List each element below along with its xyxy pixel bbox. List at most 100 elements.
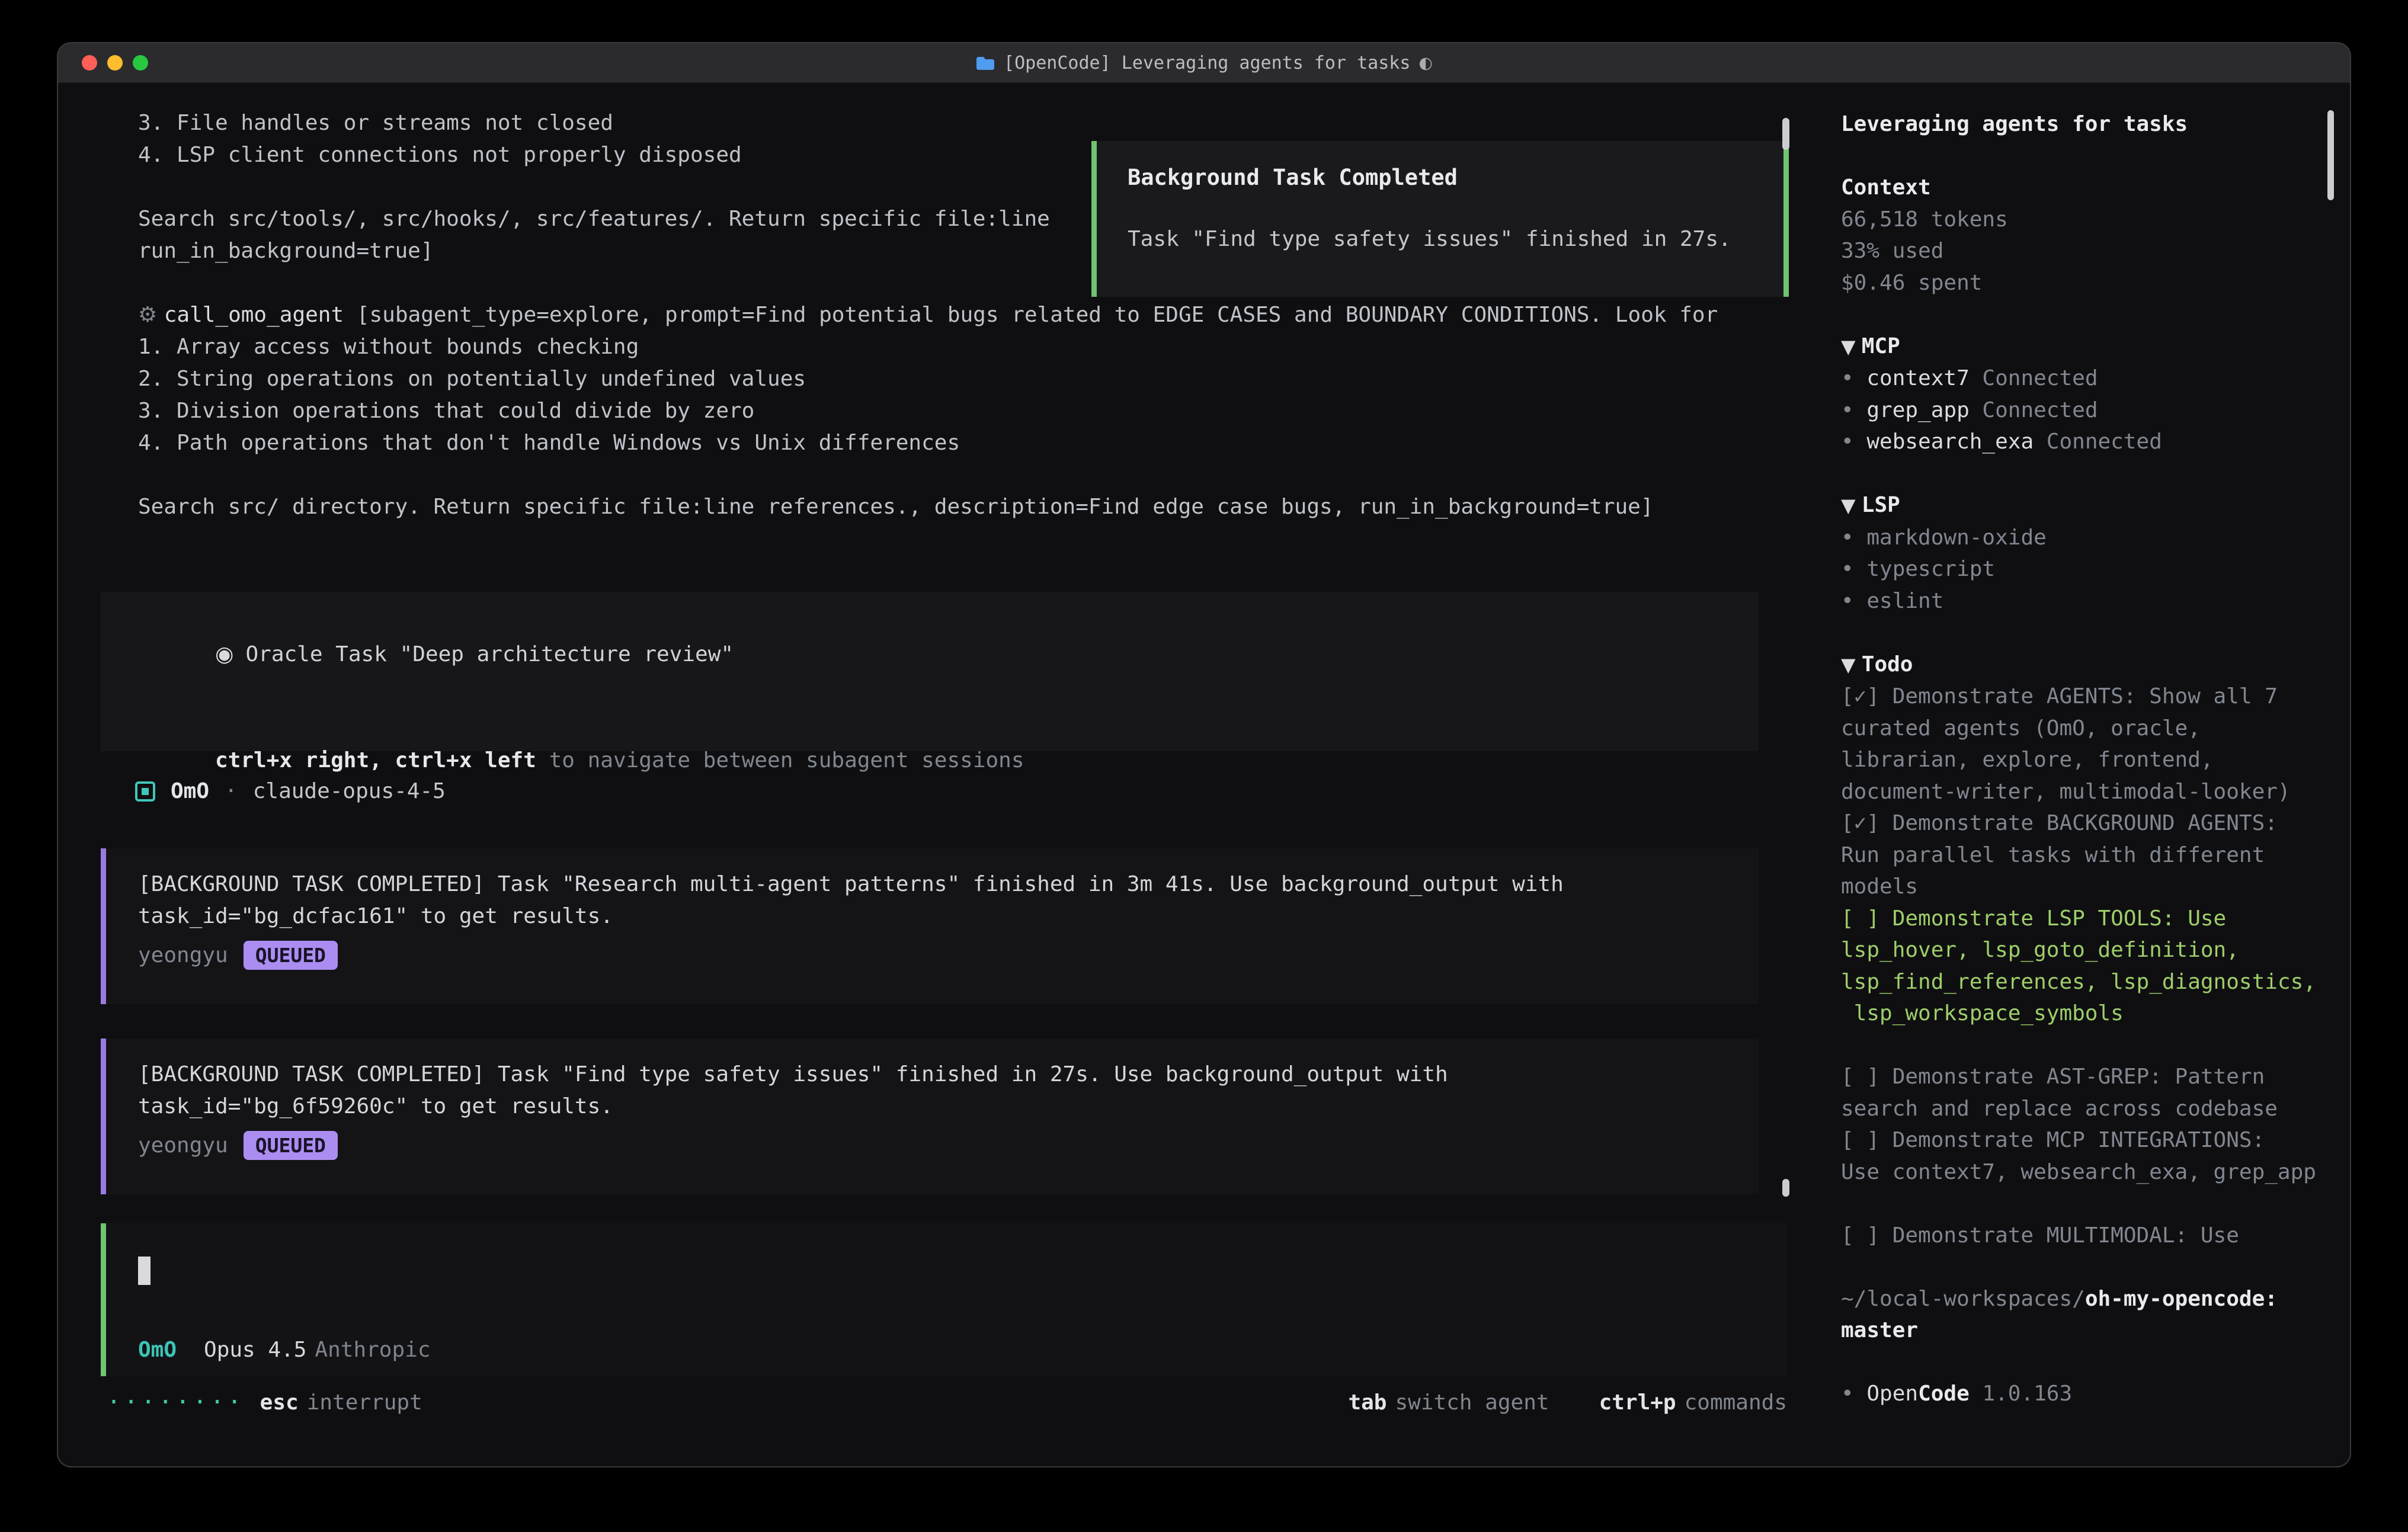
text-line: curated agents (OmO, oracle, — [1841, 713, 2339, 745]
message-line: task_id="bg_6f59260c" to get results. — [138, 1091, 1759, 1123]
queued-badge: QUEUED — [244, 941, 338, 970]
spinner-dots: ········ — [107, 1389, 245, 1416]
omo-agent-icon — [135, 781, 155, 802]
text-line — [1841, 1251, 2339, 1283]
oracle-task-panel[interactable]: ◉Oracle Task "Deep architecture review" … — [101, 592, 1759, 751]
text-line: ▼ MCP — [1841, 331, 2339, 363]
hint-text: to navigate between subagent sessions — [536, 748, 1024, 773]
oracle-task-title: ◉Oracle Task "Deep architecture review" — [138, 618, 1759, 691]
status-right: tab switch agent ctrl+p commands — [1348, 1386, 1787, 1419]
text-line: Context — [1841, 172, 2339, 204]
toast-notification[interactable]: Background Task Completed Task "Find typ… — [1091, 141, 1789, 297]
text-line — [1841, 140, 2339, 172]
oracle-icon: ◉ — [215, 642, 233, 666]
text-line: Leveraging agents for tasks — [1841, 108, 2339, 140]
sidebar-scrollbar-thumb[interactable] — [2327, 110, 2334, 200]
text-line — [1841, 617, 2339, 649]
tab-key-label: switch agent — [1395, 1390, 1549, 1415]
titlebar: [OpenCode] Leveraging agents for tasks ◐ — [58, 43, 2350, 84]
input-agent-name: OmO — [138, 1338, 177, 1362]
text-line: [ ] Demonstrate AST-GREP: Pattern — [1841, 1061, 2339, 1093]
text-line: [✓] Demonstrate AGENTS: Show all 7 — [1841, 681, 2339, 713]
text-line: Use context7, websearch_exa, grep_app — [1841, 1156, 2339, 1188]
hint-keys: ctrl+x right, ctrl+x left — [215, 748, 536, 773]
background-task-message: [BACKGROUND TASK COMPLETED] Task "Find t… — [101, 1039, 1759, 1194]
window-title-text: [OpenCode] Leveraging agents for tasks — [1004, 53, 1410, 73]
window-title: [OpenCode] Leveraging agents for tasks ◐ — [975, 53, 1433, 73]
agent-header: OmO · claude-opus-4-5 — [135, 779, 446, 803]
text-line: 1. Array access without bounds checking — [138, 331, 1718, 363]
close-button[interactable] — [82, 55, 97, 70]
text-line: [ ] Demonstrate LSP TOOLS: Use — [1841, 903, 2339, 935]
text-line: models — [1841, 871, 2339, 903]
text-line: ~/local-workspaces/oh-my-opencode: — [1841, 1283, 2339, 1315]
message-line: [BACKGROUND TASK COMPLETED] Task "Resear… — [138, 868, 1759, 900]
ctrlp-key-label: commands — [1685, 1390, 1787, 1415]
input-model-name: Opus 4.5 — [204, 1338, 306, 1362]
text-line: 66,518 tokens — [1841, 204, 2339, 236]
folder-icon — [975, 55, 995, 71]
message-author: yeongyu — [138, 1133, 228, 1158]
text-line: • grep_app Connected — [1841, 395, 2339, 427]
text-line — [1841, 1188, 2339, 1220]
main-scrollbar-thumb-top[interactable] — [1782, 118, 1789, 150]
traffic-lights — [82, 43, 148, 82]
text-line: • context7 Connected — [1841, 363, 2339, 395]
text-cursor — [138, 1257, 150, 1285]
text-line: ▼ LSP — [1841, 489, 2339, 522]
queued-badge: QUEUED — [244, 1131, 338, 1160]
text-line: • OpenCode 1.0.163 — [1841, 1378, 2339, 1410]
background-task-message: [BACKGROUND TASK COMPLETED] Task "Resear… — [101, 848, 1759, 1004]
input-provider-name: Anthropic — [315, 1338, 430, 1362]
text-line: 2. String operations on potentially unde… — [138, 363, 1718, 395]
half-circle-icon: ◐ — [1418, 54, 1433, 72]
text-line: lsp_workspace_symbols — [1841, 998, 2339, 1030]
text-line: ⚙ call_omo_agent [subagent_type=explore,… — [138, 299, 1718, 331]
text-line: document-writer, multimodal-looker) — [1841, 776, 2339, 808]
text-line: • eslint — [1841, 585, 2339, 617]
message-meta: yeongyu QUEUED — [138, 941, 1759, 970]
text-line: [ ] Demonstrate MCP INTEGRATIONS: — [1841, 1124, 2339, 1156]
text-line: ▼ Todo — [1841, 649, 2339, 681]
text-line: Run parallel tasks with different — [1841, 839, 2339, 871]
text-line — [138, 459, 1718, 491]
minimize-button[interactable] — [107, 55, 123, 70]
text-line: • websearch_exa Connected — [1841, 426, 2339, 458]
separator-dot: · — [225, 779, 238, 803]
agent-model: claude-opus-4-5 — [253, 779, 446, 803]
text-line: [ ] Demonstrate MULTIMODAL: Use — [1841, 1220, 2339, 1252]
tab-key-hint: tab — [1348, 1390, 1386, 1415]
toast-title: Background Task Completed — [1128, 165, 1783, 190]
message-line: task_id="bg_dcfac161" to get results. — [138, 900, 1759, 932]
sidebar: Leveraging agents for tasks Context66,51… — [1841, 108, 2339, 1410]
text-line: lsp_hover, lsp_goto_definition, — [1841, 934, 2339, 966]
message-meta: yeongyu QUEUED — [138, 1131, 1759, 1160]
text-line: Search src/ directory. Return specific f… — [138, 491, 1718, 523]
text-line: • typescript — [1841, 553, 2339, 585]
text-line: librarian, explore, frontend, — [1841, 744, 2339, 776]
text-line: search and replace across codebase — [1841, 1093, 2339, 1125]
text-line — [1841, 1030, 2339, 1062]
toast-body: Task "Find type safety issues" finished … — [1128, 227, 1783, 251]
prompt-input[interactable]: OmO Opus 4.5 Anthropic — [101, 1223, 1787, 1376]
ctrlp-key-hint: ctrl+p — [1599, 1390, 1676, 1415]
zoom-button[interactable] — [133, 55, 148, 70]
message-author: yeongyu — [138, 943, 228, 967]
text-line: master — [1841, 1315, 2339, 1347]
text-line: • markdown-oxide — [1841, 522, 2339, 554]
status-bar: ········ esc interrupt tab switch agent … — [101, 1386, 1787, 1419]
text-line: 4. Path operations that don't handle Win… — [138, 427, 1718, 459]
text-line — [1841, 458, 2339, 490]
esc-key-hint: esc — [260, 1390, 299, 1415]
text-line: $0.46 spent — [1841, 267, 2339, 299]
esc-key-label: interrupt — [307, 1390, 422, 1415]
agent-name: OmO — [171, 779, 209, 803]
main-scrollbar-thumb-bottom[interactable] — [1782, 1179, 1789, 1197]
terminal-window: [OpenCode] Leveraging agents for tasks ◐… — [57, 42, 2351, 1467]
text-line: 3. Division operations that could divide… — [138, 395, 1718, 427]
status-left: ········ esc interrupt — [107, 1386, 422, 1419]
text-line: lsp_find_references, lsp_diagnostics, — [1841, 966, 2339, 998]
input-model-row: OmO Opus 4.5 Anthropic — [138, 1338, 431, 1362]
message-line: [BACKGROUND TASK COMPLETED] Task "Find t… — [138, 1059, 1759, 1091]
text-line: 3. File handles or streams not closed — [138, 107, 1718, 139]
